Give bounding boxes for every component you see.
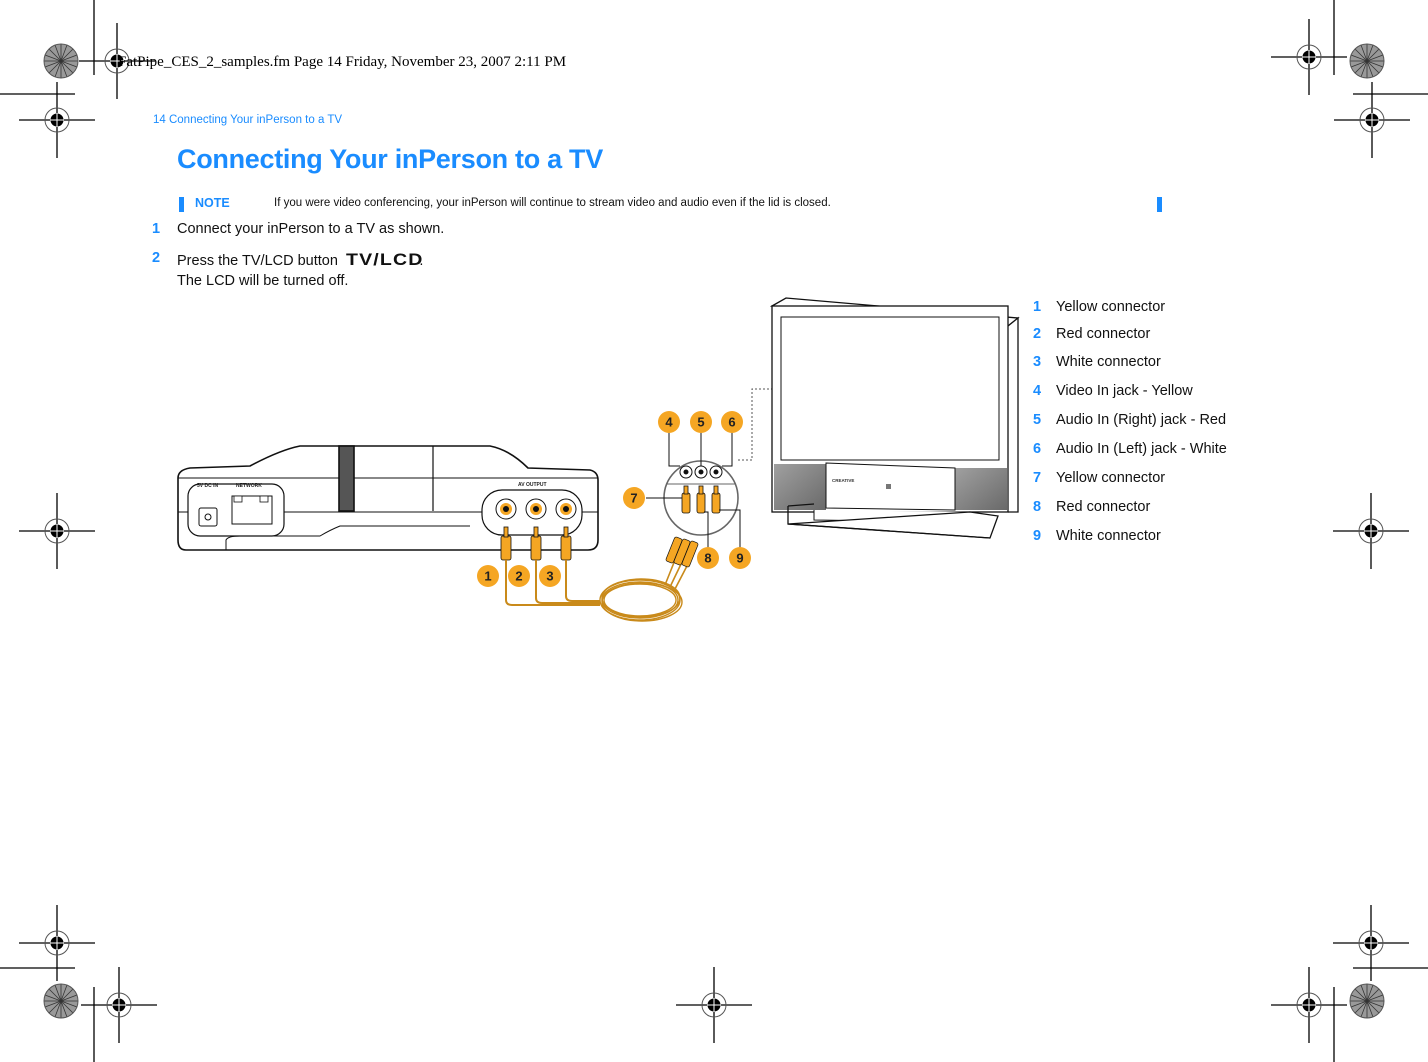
note-label: NOTE	[195, 196, 230, 210]
svg-text:3: 3	[546, 569, 553, 584]
legend-number: 5	[1033, 412, 1042, 428]
step-text: Press the TV/LCD button TV/LCD.	[177, 250, 423, 270]
callout-badge-4: 4	[658, 411, 680, 433]
registration-mark-icon	[1332, 492, 1410, 570]
legend-number: 9	[1033, 528, 1042, 544]
legend-text: Video In jack - Yellow	[1056, 383, 1193, 399]
step-text: Connect your inPerson to a TV as shown.	[177, 221, 445, 237]
svg-text:6: 6	[728, 415, 735, 430]
step-number: 1	[152, 221, 161, 237]
callout-badge-6: 6	[721, 411, 743, 433]
legend-number: 1	[1033, 299, 1042, 315]
svg-text:4: 4	[665, 415, 673, 430]
power-port-label: 5V DC IN	[197, 483, 219, 489]
callout-badge-8: 8	[697, 547, 719, 569]
svg-text:8: 8	[704, 551, 711, 566]
legend-text: White connector	[1056, 354, 1161, 370]
legend-text: Audio In (Right) jack - Red	[1056, 412, 1227, 428]
legend-text: Red connector	[1056, 499, 1151, 515]
note-text: If you were video conferencing, your inP…	[274, 197, 831, 209]
tv-monitor-illustration	[769, 297, 1020, 539]
callout-badge-2: 2	[508, 565, 530, 587]
legend-text: Yellow connector	[1056, 299, 1166, 315]
step-result-text: The LCD will be turned off.	[177, 273, 349, 289]
note-change-bar-right	[1157, 197, 1162, 212]
legend-text: Yellow connector	[1056, 470, 1166, 486]
print-header: FatPipe_CES_2_samples.fm Page 14 Friday,…	[118, 54, 567, 70]
svg-text:7: 7	[630, 491, 637, 506]
tv-lcd-button-icon: TV/LCD	[345, 250, 424, 269]
legend-text: Audio In (Left) jack - White	[1056, 441, 1227, 457]
callout-badge-9: 9	[729, 547, 751, 569]
registration-mark-icon	[1270, 966, 1348, 1044]
step-text-before: Press the TV/LCD button	[177, 253, 338, 269]
svg-text:1: 1	[484, 569, 491, 584]
av-cable-illustration	[500, 526, 699, 622]
tv-brand-logo: CREATIVE	[832, 478, 854, 483]
legend-number: 8	[1033, 499, 1042, 515]
svg-text:2: 2	[515, 569, 522, 584]
legend-number: 4	[1033, 383, 1042, 399]
note-change-bar	[179, 197, 184, 212]
legend-number: 3	[1033, 354, 1042, 370]
legend-number: 7	[1033, 470, 1042, 486]
registration-mark-icon	[1349, 43, 1385, 79]
registration-mark-icon	[675, 966, 753, 1044]
registration-mark-icon	[80, 966, 158, 1044]
callout-badge-5: 5	[690, 411, 712, 433]
legend-text: White connector	[1056, 528, 1161, 544]
callout-badge-3: 3	[539, 565, 561, 587]
network-port-label: NETWORK	[236, 483, 262, 489]
svg-text:9: 9	[736, 551, 743, 566]
av-output-label: AV OUTPUT	[518, 482, 547, 488]
callout-badge-1: 1	[477, 565, 499, 587]
running-head: 14 Connecting Your inPerson to a TV	[153, 114, 343, 126]
registration-mark-icon	[1332, 904, 1410, 982]
registration-mark-icon	[18, 904, 96, 982]
registration-mark-icon	[43, 43, 79, 79]
legend-number: 2	[1033, 326, 1042, 342]
step-number: 2	[152, 250, 161, 266]
registration-mark-icon	[43, 983, 79, 1019]
legend-number: 6	[1033, 441, 1042, 457]
page-title: Connecting Your inPerson to a TV	[177, 144, 603, 174]
svg-text:5: 5	[697, 415, 704, 430]
registration-mark-icon	[1270, 18, 1348, 96]
callout-badge-7: 7	[623, 487, 645, 509]
registration-mark-icon	[18, 492, 96, 570]
registration-mark-icon	[1349, 983, 1385, 1019]
legend-text: Red connector	[1056, 326, 1151, 342]
